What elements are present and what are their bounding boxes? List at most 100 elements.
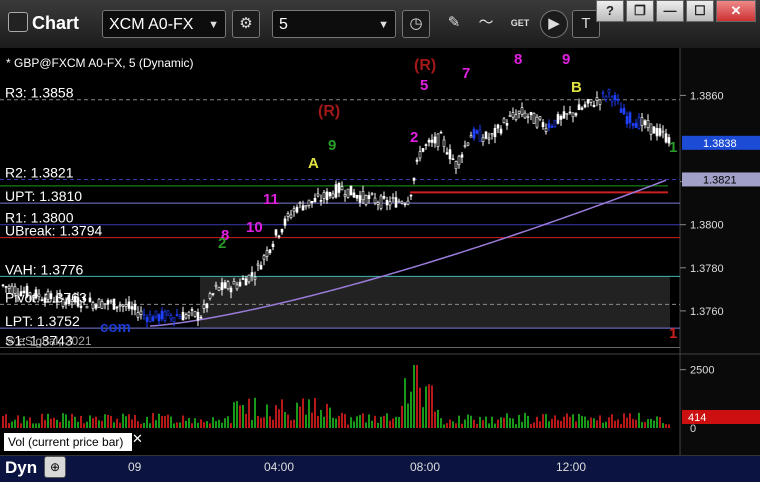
candle-body <box>127 301 131 309</box>
volume-bar <box>425 386 427 428</box>
candle-body <box>616 98 620 101</box>
candle-body <box>313 198 317 203</box>
interval-value: 5 <box>279 16 288 33</box>
volume-bar <box>626 417 628 428</box>
candle-body <box>229 287 233 293</box>
volume-bar <box>56 419 58 428</box>
volume-bar <box>26 420 28 428</box>
study-icon[interactable]: 〜 <box>472 10 500 38</box>
lock-icon[interactable]: ⊕ <box>44 456 66 478</box>
candle-body <box>571 112 575 118</box>
volume-bar <box>374 415 376 428</box>
volume-bar <box>17 415 19 428</box>
candle-body <box>271 243 275 248</box>
value-area-shade <box>200 276 670 329</box>
volume-bar <box>245 413 247 428</box>
candle-body <box>247 274 251 283</box>
volume-bar <box>563 416 565 428</box>
volume-bar <box>401 405 403 428</box>
symbol-input[interactable]: XCM A0-FX ▼ <box>102 10 226 38</box>
volume-study-label[interactable]: Vol (current price bar) <box>4 433 132 451</box>
candle-body <box>607 89 611 94</box>
candle-body <box>355 195 359 199</box>
maximize-button[interactable]: ☐ <box>686 0 714 22</box>
candle-body <box>328 192 332 197</box>
volume-bar <box>347 424 349 428</box>
volume-bar <box>131 419 133 428</box>
level-label: R2: 1.3821 <box>5 164 74 180</box>
minimize-button[interactable]: — <box>656 0 684 22</box>
volume-bar <box>197 422 199 428</box>
volume-bar <box>509 418 511 428</box>
candle-body <box>604 96 608 100</box>
volume-bar <box>263 417 265 428</box>
volume-bar <box>134 414 136 428</box>
volume-bar <box>218 419 220 428</box>
price-tick-label: 1.3860 <box>690 90 724 102</box>
volume-bar <box>440 418 442 428</box>
candle-body <box>493 128 497 138</box>
bottom-bar <box>0 455 760 482</box>
volume-bar <box>398 416 400 428</box>
mode-label[interactable]: Dyn <box>5 458 37 478</box>
time-tick: 08:00 <box>410 460 441 474</box>
volume-bar <box>572 414 574 428</box>
volume-bar <box>560 420 562 428</box>
volume-bar <box>14 419 16 428</box>
volume-bar <box>8 423 10 428</box>
candle-body <box>664 133 668 143</box>
candle-body <box>406 200 410 205</box>
candle-body <box>37 293 41 297</box>
volume-bar <box>380 416 382 428</box>
play-icon[interactable]: ▶ <box>540 10 568 38</box>
candle-body <box>427 139 431 143</box>
price-chart[interactable]: R3: 1.3858R2: 1.3821UPT: 1.3810R1: 1.380… <box>0 48 760 455</box>
candle-body <box>520 107 524 115</box>
chevron-down-icon[interactable]: ▼ <box>378 11 389 39</box>
candle-body <box>274 229 278 236</box>
volume-bar <box>38 423 40 428</box>
chart-annotation: 8 <box>514 51 522 68</box>
volume-bar <box>470 415 472 428</box>
candle-body <box>307 199 311 206</box>
volume-bar <box>551 418 553 428</box>
candle-body <box>478 129 482 142</box>
pencil-icon[interactable]: ✎ <box>440 10 468 38</box>
volume-bar <box>599 415 601 428</box>
chevron-down-icon[interactable]: ▼ <box>208 11 219 39</box>
volume-bar <box>548 421 550 428</box>
candle-body <box>358 195 362 203</box>
clock-icon[interactable]: ◷ <box>402 10 430 38</box>
volume-bar <box>500 417 502 428</box>
interval-input[interactable]: 5 ▼ <box>272 10 396 38</box>
get-icon[interactable]: GET <box>506 10 534 38</box>
candle-body <box>187 311 191 316</box>
candle-body <box>133 303 137 311</box>
volume-bar <box>581 415 583 428</box>
candle-body <box>661 130 665 133</box>
candle-body <box>73 296 77 302</box>
candle-body <box>268 249 272 254</box>
volume-bar <box>116 418 118 428</box>
volume-bar <box>590 417 592 428</box>
restore-button[interactable]: ❐ <box>626 0 654 22</box>
candle-body <box>220 282 224 290</box>
time-tick: 04:00 <box>264 460 295 474</box>
volume-bar <box>503 417 505 428</box>
candle-body <box>175 314 179 317</box>
candle-body <box>508 115 512 117</box>
candle-body <box>625 116 629 125</box>
candle-body <box>46 291 50 300</box>
chart-annotation: 1 <box>669 325 677 342</box>
candle-body <box>232 281 236 285</box>
volume-bar <box>122 413 124 428</box>
close-button[interactable]: ✕ <box>716 0 756 22</box>
copyright-text: © eSignal, 2021 <box>6 334 92 348</box>
help-button[interactable]: ? <box>596 0 624 22</box>
volume-bar <box>530 424 532 428</box>
volume-bar <box>119 422 121 428</box>
settings-gear-icon[interactable]: ⚙ <box>232 10 260 38</box>
candle-body <box>61 299 65 307</box>
candle-body <box>418 151 422 159</box>
close-icon[interactable]: ✕ <box>132 431 143 447</box>
